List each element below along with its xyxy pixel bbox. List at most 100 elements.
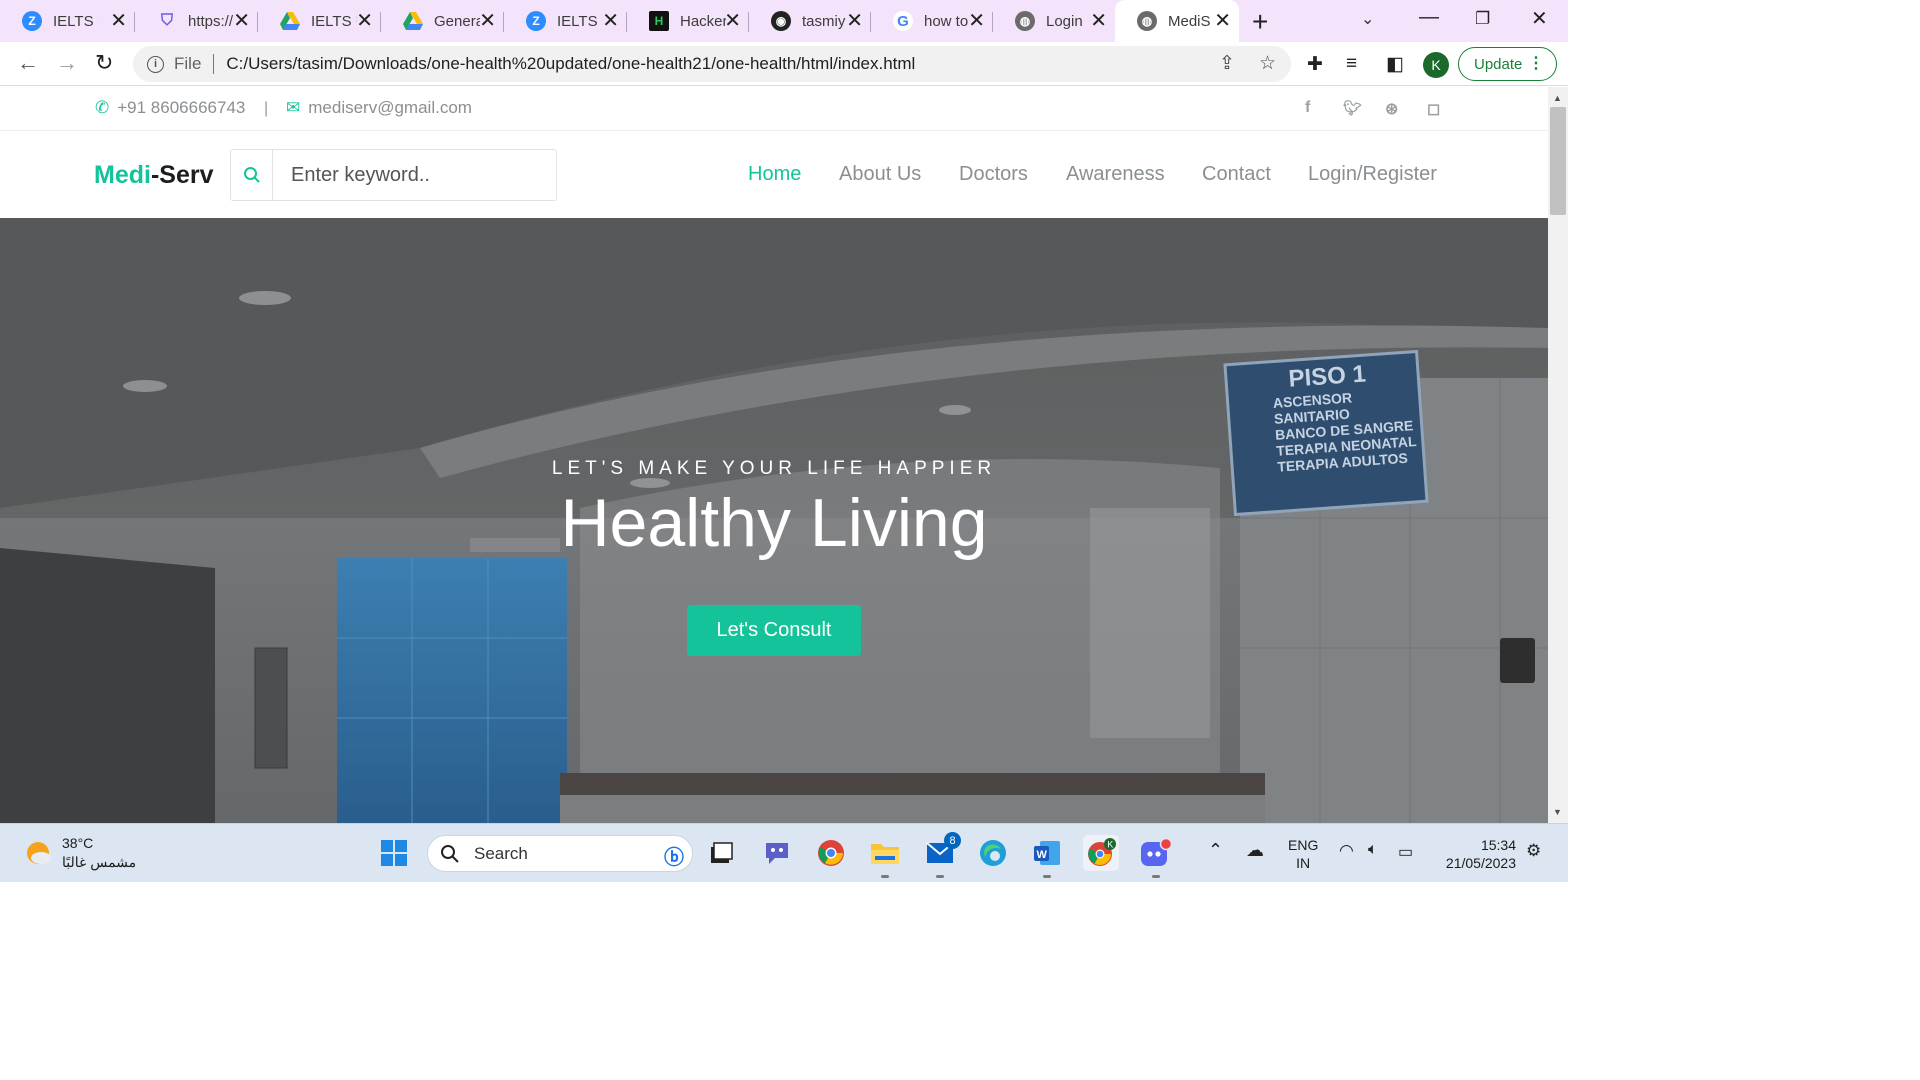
chrome-icon[interactable] [813, 835, 849, 871]
wifi-icon[interactable]: ◠ [1339, 841, 1354, 861]
close-tab-icon[interactable]: ✕ [1214, 10, 1231, 32]
close-tab-icon[interactable]: ✕ [968, 10, 985, 32]
start-windows-icon[interactable] [376, 835, 412, 871]
clock[interactable]: 15:34 21/05/2023 [1436, 836, 1516, 872]
weather-sun-icon[interactable] [24, 839, 52, 867]
hero-title: Healthy Living [560, 485, 988, 561]
nav-about-us[interactable]: About Us [839, 163, 921, 186]
media-queue-icon[interactable]: ≡ [1346, 53, 1357, 75]
address-url[interactable]: C:/Users/tasim/Downloads/one-health%20up… [226, 54, 915, 74]
google-drive-icon [403, 11, 423, 31]
browser-tab-active[interactable]: ◍ MediS ✕ [1115, 0, 1239, 42]
battery-icon[interactable]: ▭ [1398, 842, 1413, 862]
minimize-icon[interactable]: — [1419, 6, 1439, 29]
lets-consult-button[interactable]: Let's Consult [687, 605, 861, 656]
search-icon [441, 844, 459, 863]
profile-avatar[interactable]: K [1423, 52, 1449, 78]
close-tab-icon[interactable]: ✕ [479, 10, 496, 32]
nav-contact[interactable]: Contact [1202, 163, 1271, 186]
browser-tab[interactable]: ◉ tasmiy ✕ [749, 0, 871, 42]
windows-taskbar: 38°C مشمس غالبًا Search ⓑ 8 W K ⌃ ☁ ENG … [0, 823, 1568, 882]
bookmark-star-icon[interactable]: ☆ [1259, 52, 1276, 75]
address-bar[interactable]: i File C:/Users/tasim/Downloads/one-heal… [133, 46, 1291, 82]
task-view-icon[interactable] [703, 835, 739, 871]
restore-icon[interactable]: ❐ [1475, 9, 1490, 29]
scroll-down-arrow-icon[interactable]: ▼ [1553, 807, 1562, 817]
update-button[interactable]: Update ⋮ [1458, 47, 1557, 81]
hackerrank-icon: H [649, 11, 669, 31]
browser-tab[interactable]: Z IELTS P ✕ [0, 0, 135, 42]
show-hidden-icons-chevron[interactable]: ⌃ [1208, 840, 1223, 861]
browser-tab[interactable]: Genera ✕ [381, 0, 504, 42]
nav-awareness[interactable]: Awareness [1066, 163, 1165, 186]
browser-tab[interactable]: IELTS U ✕ [258, 0, 381, 42]
close-tab-icon[interactable]: ✕ [846, 10, 863, 32]
scrollbar-thumb[interactable] [1550, 107, 1566, 215]
close-tab-icon[interactable]: ✕ [356, 10, 373, 32]
onedrive-cloud-icon[interactable]: ☁ [1246, 840, 1264, 861]
site-search [230, 149, 557, 201]
tab-search-chevron-icon[interactable]: ⌄ [1361, 9, 1374, 29]
chrome-profile-icon[interactable]: K [1083, 835, 1119, 871]
side-panel-icon[interactable]: ◧ [1386, 53, 1404, 76]
site-info-icon[interactable]: i [147, 55, 164, 73]
notifications-icon[interactable]: ⚙ [1526, 841, 1541, 861]
word-icon[interactable]: W [1029, 835, 1065, 878]
site-topbar: ✆ +91 8606666743 | ✉ mediserv@gmail.com … [0, 87, 1548, 131]
volume-icon[interactable]: 🔈︎ [1368, 841, 1378, 859]
page-scrollbar[interactable]: ▲ ▼ [1548, 87, 1568, 823]
browser-tab[interactable]: G how to ✕ [871, 0, 993, 42]
mail-icon[interactable]: 8 [922, 832, 961, 878]
search-input[interactable] [273, 150, 556, 200]
close-tab-icon[interactable]: ✕ [1090, 10, 1107, 32]
back-arrow-icon[interactable]: ← [17, 50, 39, 76]
hero-banner: PISO 1 ASCENSOR SANITARIO BANCO DE SANGR… [0, 218, 1548, 823]
new-tab-plus-icon[interactable]: + [1252, 6, 1268, 38]
reload-icon[interactable]: ↻ [95, 50, 113, 76]
file-explorer-icon[interactable] [867, 835, 903, 878]
browser-tab[interactable]: ◍ Login ✕ [993, 0, 1115, 42]
email-contact[interactable]: ✉ mediserv@gmail.com [286, 98, 472, 118]
nav-home[interactable]: Home [748, 163, 801, 186]
zoom-icon: Z [22, 11, 42, 31]
browser-tab[interactable]: ⛉ https:// ✕ [135, 0, 258, 42]
taskbar-search[interactable]: Search ⓑ [427, 835, 693, 872]
close-tab-icon[interactable]: ✕ [724, 10, 741, 32]
close-tab-icon[interactable]: ✕ [110, 10, 127, 32]
phone-icon: ✆ [95, 98, 110, 117]
discord-icon[interactable] [1138, 835, 1174, 878]
weather-temperature[interactable]: 38°C [62, 835, 93, 851]
brand-logo[interactable]: Medi-Serv [94, 161, 214, 190]
weather-description[interactable]: مشمس غالبًا [62, 854, 136, 871]
nav-login-register[interactable]: Login/Register [1308, 163, 1437, 186]
search-button[interactable] [231, 150, 273, 200]
bing-icon[interactable]: ⓑ [664, 841, 684, 870]
browser-tab[interactable]: Z IELTS P ✕ [504, 0, 627, 42]
twitter-icon[interactable]: 🐦︎ [1343, 99, 1362, 117]
forward-arrow-icon[interactable]: → [56, 50, 78, 76]
nav-doctors[interactable]: Doctors [959, 163, 1028, 186]
close-tab-icon[interactable]: ✕ [602, 10, 619, 32]
extensions-puzzle-icon[interactable]: ✚ [1307, 53, 1323, 76]
language-indicator[interactable]: ENG IN [1288, 836, 1318, 872]
more-menu-icon[interactable]: ⋮ [1528, 53, 1544, 73]
scroll-up-arrow-icon[interactable]: ▲ [1553, 93, 1562, 103]
contact-divider: | [264, 100, 269, 117]
browser-toolbar: ← → ↻ i File C:/Users/tasim/Downloads/on… [0, 42, 1568, 86]
facebook-icon[interactable]: f [1305, 99, 1310, 117]
svg-text:K: K [1107, 840, 1113, 850]
close-window-icon[interactable]: ✕ [1531, 6, 1548, 31]
teams-chat-icon[interactable] [759, 835, 795, 871]
globe-icon: ◍ [1015, 11, 1035, 31]
dribbble-icon[interactable]: ⊛ [1385, 99, 1398, 119]
instagram-icon[interactable]: ◻ [1427, 99, 1440, 119]
edge-icon[interactable] [975, 835, 1011, 871]
close-tab-icon[interactable]: ✕ [233, 10, 250, 32]
shield-icon: ⛉ [160, 12, 173, 29]
svg-text:W: W [1037, 849, 1048, 861]
browser-tab[interactable]: H Hacker ✕ [627, 0, 749, 42]
phone-contact[interactable]: ✆ +91 8606666743 [95, 98, 245, 118]
share-icon[interactable]: ⇪ [1219, 52, 1235, 75]
envelope-icon: ✉ [286, 98, 301, 117]
google-drive-icon [280, 11, 300, 31]
